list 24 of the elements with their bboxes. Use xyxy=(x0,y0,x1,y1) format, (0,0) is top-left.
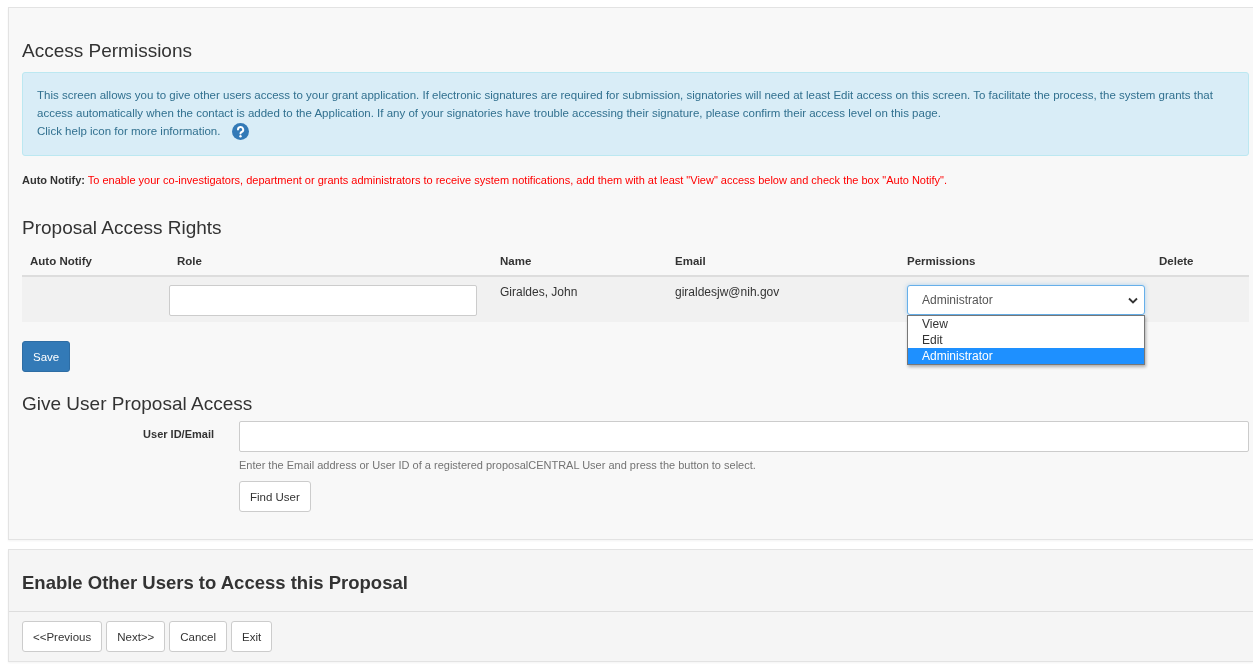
chevron-icon xyxy=(1128,296,1138,304)
section-title: Proposal Access Rights xyxy=(22,216,222,240)
section-title: Give User Proposal Access xyxy=(22,392,253,416)
find-user-button[interactable]: Find User xyxy=(239,481,311,512)
info-text: This screen allows you to give other users access to your grant application. If electronic signatures are required for submission, signatories will need at least Edit access on this screen. To facilitate the process, the system grants that access automatically when the contact is added to the Application. If any of your signatories have trouble accessing their signature, please confirm their access level on this page. xyxy=(37,88,1214,121)
panel-title: Enable Other Users to Access this Proposal xyxy=(22,572,408,594)
nav-button[interactable]: Cancel xyxy=(169,621,228,652)
dropdown-option[interactable]: View xyxy=(908,316,1144,332)
role-field[interactable] xyxy=(169,285,477,316)
nav-button[interactable]: Next>> xyxy=(106,621,166,652)
field-label: User ID/Email xyxy=(142,427,214,440)
auto-notify-note: Auto Notify: To enable your co-investigators, department or grants administrators to receive system notifications, add them with at least "View" access below and check the box "Auto Notify". xyxy=(22,174,948,186)
section-title: Access Permissions xyxy=(22,39,192,63)
help-icon[interactable] xyxy=(232,122,250,140)
table-cell: giraldesjw@nih.gov xyxy=(667,277,899,322)
permission-select[interactable]: Administrator xyxy=(907,285,1145,315)
user-id-field[interactable] xyxy=(239,421,1249,452)
table-cell: Giraldes, John xyxy=(492,277,667,322)
nav-button[interactable]: <<Previous xyxy=(22,621,103,652)
nav-button[interactable]: Exit xyxy=(231,621,273,652)
dropdown-option[interactable]: Edit xyxy=(908,332,1144,348)
save-button[interactable]: Save xyxy=(22,341,71,372)
help-text: Enter the Email address or User ID of a registered proposalCENTRAL User and press the button to select. xyxy=(239,459,757,471)
help-text: Click help icon for more information. xyxy=(37,124,221,139)
